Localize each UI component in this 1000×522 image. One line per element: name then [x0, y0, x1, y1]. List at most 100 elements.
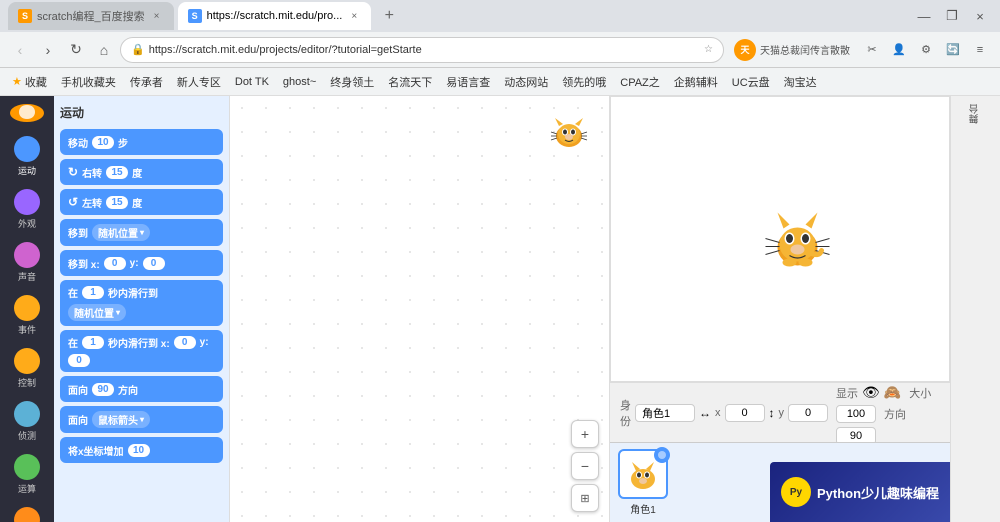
back-button[interactable]: ‹: [8, 38, 32, 62]
bookmark-taobao[interactable]: 淘宝达: [780, 72, 821, 92]
block-gxy2-value: 1: [82, 336, 104, 349]
block-fm-dropdown[interactable]: 鼠标箭头: [92, 411, 150, 428]
x-input[interactable]: [725, 404, 765, 422]
bm15-label: 淘宝达: [784, 74, 817, 90]
bookmark-penguin[interactable]: 企鹅辅料: [670, 72, 722, 92]
bm6-label: ghost~: [283, 76, 316, 88]
block-gr-dropdown[interactable]: 随机位置: [68, 304, 126, 321]
bookmark-cpaz[interactable]: CPAZ之: [616, 72, 664, 92]
scratch-logo[interactable]: [10, 104, 44, 122]
bookmark-inherit[interactable]: 传承者: [126, 72, 167, 92]
sprite-name-input[interactable]: [635, 404, 695, 422]
block-turn-left[interactable]: ↺ 左转 15 度: [60, 189, 223, 215]
tab-2[interactable]: S https://scratch.mit.edu/pro... ×: [178, 2, 372, 30]
block-move[interactable]: 移动 10 步: [60, 129, 223, 155]
eye-hidden-icon[interactable]: 🙈: [884, 384, 901, 401]
bookmark-easy[interactable]: 易语言查: [442, 72, 494, 92]
block-direction[interactable]: 面向 90 方向: [60, 376, 223, 402]
home-button[interactable]: ⌂: [92, 38, 116, 62]
category-variables[interactable]: 变量: [2, 503, 52, 522]
category-events[interactable]: 事件: [2, 291, 52, 340]
close-button[interactable]: ×: [968, 4, 992, 28]
stage-cat: [759, 203, 834, 276]
ad-overlay[interactable]: Py Python少儿趣味编程: [770, 462, 950, 522]
bookmark-collections[interactable]: ★ 收藏: [8, 72, 51, 92]
block-change-x[interactable]: 将x坐标增加 10: [60, 437, 223, 463]
category-sensing[interactable]: 侦测: [2, 397, 52, 446]
tab-bar: S scratch编程_百度搜索 × S https://scratch.mit…: [0, 0, 1000, 32]
tab2-close[interactable]: ×: [347, 9, 361, 23]
block-glide-random[interactable]: 在 1 秒内滑行到 随机位置: [60, 280, 223, 326]
bm8-label: 名流天下: [388, 74, 432, 90]
category-sensing-label: 侦测: [18, 429, 36, 442]
category-operators-circle: [14, 454, 40, 480]
forward-button[interactable]: ›: [36, 38, 60, 62]
nav-bar: ‹ › ↻ ⌂ 🔒 https://scratch.mit.edu/projec…: [0, 32, 1000, 68]
bm13-label: 企鹅辅料: [674, 74, 718, 90]
category-motion[interactable]: 运动: [2, 132, 52, 181]
sprite-1-label: 角色1: [630, 501, 656, 516]
sprite-1-thumb[interactable]: [618, 449, 668, 499]
category-events-label: 事件: [18, 323, 36, 336]
stage-info-bar: 身份 ↔ x ↕ y 显示 👁 🙈 大小 方向: [610, 382, 950, 442]
direction-label: 方向: [884, 406, 906, 422]
block-glide-xy[interactable]: 在 1 秒内滑行到 x: 0 y: 0: [60, 330, 223, 372]
script-area[interactable]: + − ⊞: [229, 96, 610, 522]
url-text: https://scratch.mit.edu/projects/editor/…: [149, 44, 700, 56]
tab2-title: https://scratch.mit.edu/pro...: [207, 10, 343, 22]
new-tab-button[interactable]: +: [375, 2, 403, 30]
menu-button[interactable]: ≡: [968, 38, 992, 62]
block-turn-right-label: 右转: [82, 165, 102, 180]
bookmark-star-url[interactable]: ☆: [704, 44, 713, 55]
tab1-close[interactable]: ×: [150, 9, 164, 23]
block-goto-dropdown[interactable]: 随机位置: [92, 224, 150, 241]
refresh-button[interactable]: ↻: [64, 38, 88, 62]
bookmark-uc[interactable]: UC云盘: [728, 72, 774, 92]
bm5-label: Dot TK: [235, 76, 269, 88]
accounts-button[interactable]: 👤: [887, 38, 911, 62]
block-face-mouse[interactable]: 面向 鼠标箭头: [60, 406, 223, 433]
sync-button[interactable]: 🔄: [941, 38, 965, 62]
block-turn-right-suffix: 度: [132, 165, 142, 180]
zoom-in-button[interactable]: +: [571, 420, 599, 448]
category-motion-label: 运动: [18, 164, 36, 177]
bookmark-mobile[interactable]: 手机收藏夹: [57, 72, 120, 92]
bookmark-ghost[interactable]: ghost~: [279, 74, 320, 90]
minimize-button[interactable]: —: [912, 4, 936, 28]
block-goto-random[interactable]: 移到 随机位置: [60, 219, 223, 246]
sprite-thumb-cat: [624, 457, 662, 491]
block-goto-xy[interactable]: 移到 x: 0 y: 0: [60, 250, 223, 276]
block-gxy2-pre: 在: [68, 335, 78, 350]
bookmark-lead[interactable]: 领先的哦: [558, 72, 610, 92]
extensions-button[interactable]: ✂: [860, 38, 884, 62]
tab-1[interactable]: S scratch编程_百度搜索 ×: [8, 2, 174, 30]
bm11-label: 领先的哦: [562, 74, 606, 90]
y-input[interactable]: [788, 404, 828, 422]
bookmark-life[interactable]: 终身领土: [326, 72, 378, 92]
bookmark-famous[interactable]: 名流天下: [384, 72, 436, 92]
block-turn-right[interactable]: ↻ 右转 15 度: [60, 159, 223, 185]
zoom-out-button[interactable]: −: [571, 452, 599, 480]
block-move-value: 10: [92, 136, 114, 149]
bookmark-new[interactable]: 新人专区: [173, 72, 225, 92]
category-control[interactable]: 控制: [2, 344, 52, 393]
url-bar[interactable]: 🔒 https://scratch.mit.edu/projects/edito…: [120, 37, 724, 63]
category-sound[interactable]: 声音: [2, 238, 52, 287]
category-operators[interactable]: 运算: [2, 450, 52, 499]
bookmark-dynamic[interactable]: 动态网站: [500, 72, 552, 92]
category-events-circle: [14, 295, 40, 321]
tab2-favicon: S: [188, 9, 202, 23]
section-title: 运动: [60, 104, 223, 121]
category-looks[interactable]: 外观: [2, 185, 52, 234]
settings-button[interactable]: ⚙: [914, 38, 938, 62]
block-move-label: 移动: [68, 135, 88, 150]
bookmark-dottk[interactable]: Dot TK: [231, 74, 273, 90]
restore-button[interactable]: ❐: [940, 4, 964, 28]
block-dir-label: 面向: [68, 382, 88, 397]
script-cat-svg: [549, 114, 589, 149]
zoom-fit-button[interactable]: ⊞: [571, 484, 599, 512]
categories-panel: 运动 外观 声音 事件 控制 侦测 运算 变量: [0, 96, 54, 522]
stage-tab[interactable]: 舞台: [950, 96, 1000, 522]
eye-visible-icon[interactable]: 👁: [862, 384, 880, 401]
size-input[interactable]: [836, 405, 876, 423]
